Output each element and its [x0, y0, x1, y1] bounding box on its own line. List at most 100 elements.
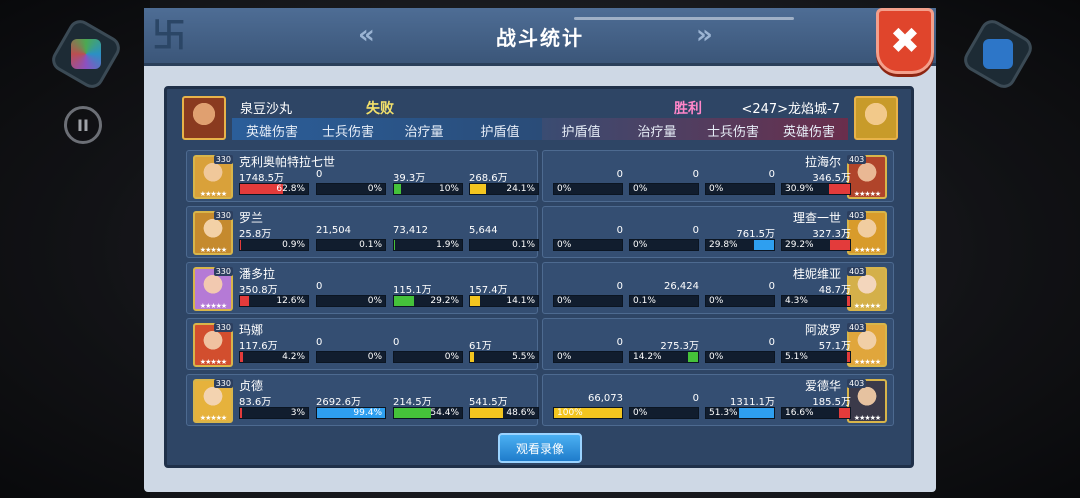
stat-cell: 327.3万 29.2% — [781, 225, 851, 255]
stat-bar-fill — [739, 408, 774, 418]
stat-cell: 61万 5.5% — [469, 337, 539, 367]
header-right-healing: 治疗量 — [637, 125, 677, 140]
stat-percent: 54.4% — [430, 408, 459, 418]
stat-cell: 346.5万 30.9% — [781, 169, 851, 199]
right-hero-row[interactable]: 403 ★★★★★ 拉海尔 0 0% 0 0% 0 0% 346.5万 30.9% — [542, 150, 894, 202]
stat-bar-fill — [846, 352, 850, 362]
hero-portrait[interactable]: 330 ★★★★★ — [193, 211, 233, 255]
stat-value: 0 — [316, 337, 323, 348]
stat-bar: 0.1% — [469, 239, 539, 251]
stat-cell: 0 0% — [316, 169, 386, 199]
stat-percent: 16.6% — [785, 408, 814, 418]
hero-name: 罗兰 — [239, 211, 264, 225]
hero-level-badge: 330 — [213, 211, 233, 220]
hero-portrait[interactable]: 403 ★★★★★ — [847, 155, 887, 199]
left-hero-row[interactable]: 330 ★★★★★ 克利奥帕特拉七世 1748.5万 62.8% 0 0% 39.3万 10% 2… — [186, 150, 539, 202]
stat-value: 0 — [616, 225, 623, 236]
players-header: 泉豆沙丸 失败 胜利 <247>龙焰城-7 英雄伤害 士兵伤害 治疗量 护盾值 … — [182, 96, 898, 142]
stat-bar-fill — [838, 408, 850, 418]
stat-cell: 48.7万 4.3% — [781, 281, 851, 311]
stat-value: 0 — [768, 281, 775, 292]
hero-portrait[interactable]: 330 ★★★★★ — [193, 323, 233, 367]
stat-bar: 0% — [553, 351, 623, 363]
hero-stars-icon: ★★★★★ — [199, 302, 227, 310]
stat-cell: 117.6万 4.2% — [239, 337, 309, 367]
hero-portrait[interactable]: 403 ★★★★★ — [847, 323, 887, 367]
stat-cell: 541.5万 48.6% — [469, 393, 539, 423]
stat-cell: 0 0% — [553, 169, 623, 199]
stat-bar: 62.8% — [239, 183, 309, 195]
right-player-name: <247>龙焰城-7 — [741, 102, 840, 117]
left-hero-row[interactable]: 330 ★★★★★ 罗兰 25.8万 0.9% 21,504 0.1% 73,412 1.9% 5… — [186, 206, 539, 258]
stat-value: 185.5万 — [812, 397, 851, 408]
stat-bar: 29.2% — [393, 295, 463, 307]
stat-cell: 275.3万 14.2% — [629, 337, 699, 367]
stat-value: 26,424 — [664, 281, 699, 292]
stat-percent: 0% — [557, 240, 572, 250]
stat-bar: 0% — [705, 295, 775, 307]
stat-value: 0 — [768, 337, 775, 348]
stat-cell: 66,073 100% — [553, 393, 623, 423]
stat-percent: 14.1% — [506, 296, 535, 306]
stat-value: 346.5万 — [812, 173, 851, 184]
close-button[interactable]: ✖ — [876, 8, 934, 74]
watch-replay-button[interactable]: 观看录像 — [498, 433, 582, 463]
hero-portrait[interactable]: 403 ★★★★★ — [847, 379, 887, 423]
hero-level-badge: 403 — [847, 323, 867, 332]
stat-value: 0 — [316, 281, 323, 292]
stat-cell: 350.8万 12.6% — [239, 281, 309, 311]
hero-stars-icon: ★★★★★ — [199, 358, 227, 366]
stat-bar: 0% — [705, 183, 775, 195]
right-hero-row[interactable]: 403 ★★★★★ 理查一世 0 0% 0 0% 761.5万 29.8% 327.3万 29.2% — [542, 206, 894, 258]
stat-bar: 0% — [316, 183, 386, 195]
stat-percent: 0% — [633, 240, 648, 250]
stat-percent: 10% — [438, 184, 459, 194]
hero-stars-icon: ★★★★★ — [853, 302, 881, 310]
hero-name: 桂妮维亚 — [792, 267, 841, 281]
left-player-name: 泉豆沙丸 — [240, 102, 293, 117]
hero-name: 克利奥帕特拉七世 — [239, 155, 336, 169]
stat-value: 0 — [616, 169, 623, 180]
stat-cell: 0 0% — [705, 337, 775, 367]
stat-bar: 0% — [553, 239, 623, 251]
left-player-avatar[interactable] — [182, 96, 226, 140]
next-arrow-icon[interactable]: » — [696, 20, 713, 50]
stat-bar-fill — [470, 408, 504, 418]
left-hero-row[interactable]: 330 ★★★★★ 潘多拉 350.8万 12.6% 0 0% 115.1万 29.2% 157.… — [186, 262, 539, 314]
stat-value: 0 — [692, 169, 699, 180]
stat-value: 66,073 — [588, 393, 623, 404]
stat-bar-fill — [394, 296, 414, 306]
stat-bar: 14.1% — [469, 295, 539, 307]
right-hero-row[interactable]: 403 ★★★★★ 阿波罗 0 0% 275.3万 14.2% 0 0% 57.1万 5.1% — [542, 318, 894, 370]
hero-stars-icon: ★★★★★ — [853, 358, 881, 366]
header-left-soldier-damage: 士兵伤害 — [321, 125, 374, 140]
left-hero-row[interactable]: 330 ★★★★★ 玛娜 117.6万 4.2% 0 0% 0 0% 61万 5.5% — [186, 318, 539, 370]
stat-bar-fill — [240, 296, 249, 306]
right-hero-row[interactable]: 403 ★★★★★ 桂妮维亚 0 0% 26,424 0.1% 0 0% 48.7万 4.3% — [542, 262, 894, 314]
hero-portrait[interactable]: 403 ★★★★★ — [847, 211, 887, 255]
stat-value: 0 — [768, 169, 775, 180]
stat-percent: 0% — [557, 296, 572, 306]
stat-bar: 0.1% — [629, 295, 699, 307]
stat-cell: 268.6万 24.1% — [469, 169, 539, 199]
stat-percent: 0.1% — [512, 240, 535, 250]
right-hero-row[interactable]: 403 ★★★★★ 爱德华 66,073 100% 0 0% 1311.1万 51.3% 185.… — [542, 374, 894, 426]
hero-portrait[interactable]: 330 ★★★★★ — [193, 379, 233, 423]
pause-button[interactable]: II — [64, 106, 102, 144]
stat-bar-fill — [394, 184, 401, 194]
left-result-label: 失败 — [366, 101, 394, 117]
stat-value: 57.1万 — [818, 341, 851, 352]
hero-portrait[interactable]: 403 ★★★★★ — [847, 267, 887, 311]
stat-value: 0 — [692, 393, 699, 404]
left-hero-row[interactable]: 330 ★★★★★ 贞德 83.6万 3% 2692.6万 99.4% 214.5万 54.4%… — [186, 374, 539, 426]
hero-portrait[interactable]: 330 ★★★★★ — [193, 155, 233, 199]
right-player-avatar[interactable] — [854, 96, 898, 140]
stat-value: 61万 — [469, 341, 492, 352]
stat-cell: 0 0% — [316, 281, 386, 311]
stat-bar-fill — [829, 184, 850, 194]
stat-percent: 0% — [367, 296, 382, 306]
hero-portrait[interactable]: 330 ★★★★★ — [193, 267, 233, 311]
hero-name: 贞德 — [239, 379, 264, 393]
stat-bar: 51.3% — [705, 407, 775, 419]
stat-cell: 0 0% — [705, 169, 775, 199]
